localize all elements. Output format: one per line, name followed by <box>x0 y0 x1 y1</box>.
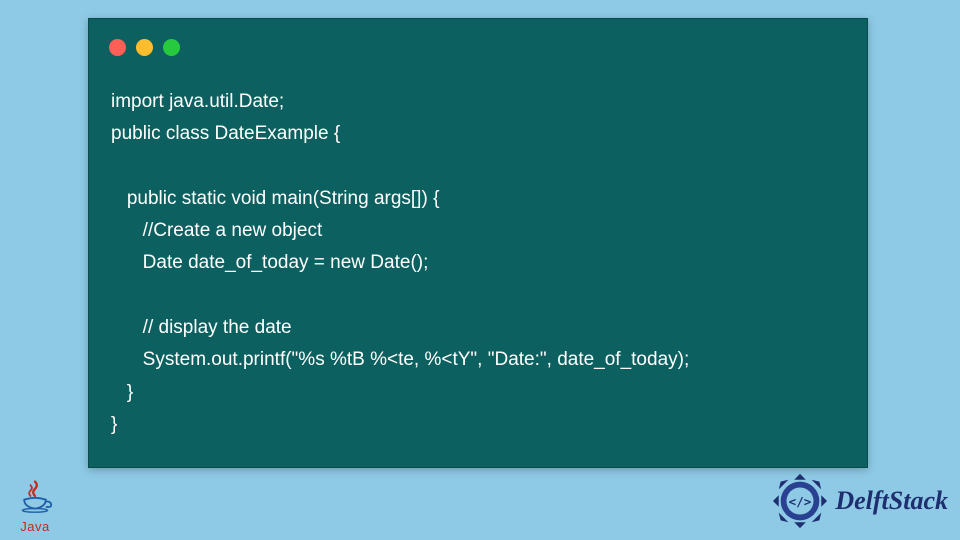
code-line: // display the date <box>111 317 292 338</box>
code-line: System.out.printf("%s %tB %<te, %<tY", "… <box>111 349 689 370</box>
window-titlebar <box>89 19 867 56</box>
java-logo: Java <box>10 478 60 534</box>
java-logo-label: Java <box>10 519 60 534</box>
code-line: public class DateExample { <box>111 123 340 144</box>
code-window: import java.util.Date; public class Date… <box>88 18 868 468</box>
delftstack-logo: </> DelftStack <box>771 472 948 530</box>
code-content: import java.util.Date; public class Date… <box>89 56 867 451</box>
delftstack-gear-icon: </> <box>771 472 829 530</box>
code-line: public static void main(String args[]) { <box>111 188 439 209</box>
close-icon[interactable] <box>109 39 126 56</box>
code-line: //Create a new object <box>111 220 322 241</box>
svg-text:</>: </> <box>789 494 812 509</box>
code-line: import java.util.Date; <box>111 91 284 112</box>
code-line: Date date_of_today = new Date(); <box>111 252 428 273</box>
minimize-icon[interactable] <box>136 39 153 56</box>
code-line: } <box>111 382 133 403</box>
delftstack-logo-label: DelftStack <box>835 486 948 516</box>
code-line: } <box>111 414 117 435</box>
java-cup-icon <box>17 478 53 514</box>
maximize-icon[interactable] <box>163 39 180 56</box>
